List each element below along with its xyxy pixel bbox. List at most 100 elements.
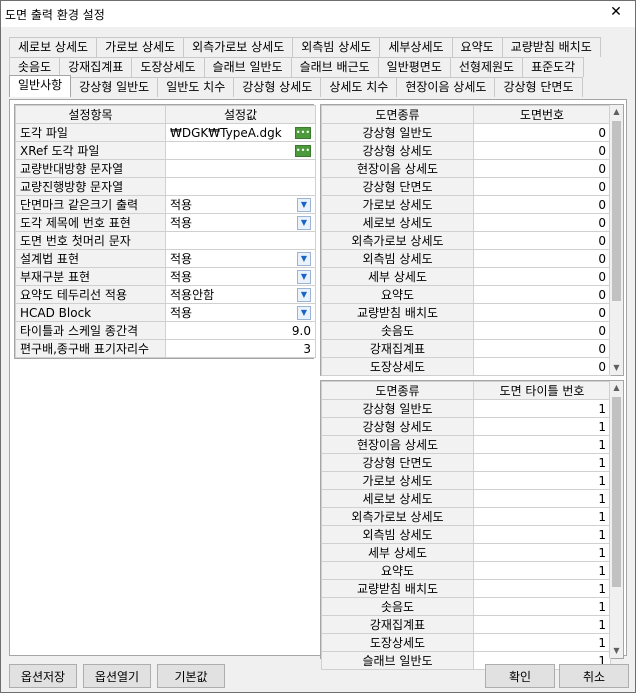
setting-dropdown[interactable]: 적용안함 ▼ (165, 285, 316, 304)
number-field[interactable]: 0 (473, 123, 611, 142)
setting-number-field[interactable]: 3 (165, 339, 316, 358)
open-option-button[interactable]: 옵션열기 (83, 664, 151, 688)
tab-row2-1[interactable]: 강재집계표 (60, 57, 133, 77)
title-bar: 도면 출력 환경 설정 ✕ (1, 1, 635, 27)
number-field[interactable]: 1 (473, 615, 611, 634)
chevron-down-icon[interactable]: ▼ (297, 251, 311, 266)
drawing-type-label: 요약도 (321, 561, 474, 580)
scroll-thumb[interactable] (612, 397, 621, 587)
setting-dropdown[interactable]: 적용 ▼ (165, 303, 316, 322)
number-field[interactable]: 1 (473, 597, 611, 616)
title-number-scrollbar[interactable]: ▲ ▼ (609, 381, 623, 658)
chevron-down-icon[interactable]: ▼ (297, 269, 311, 284)
number-field[interactable]: 0 (473, 357, 611, 376)
setting-dropdown[interactable]: 적용 ▼ (165, 195, 316, 214)
scroll-down-icon[interactable]: ▼ (610, 361, 623, 375)
tab-row2-0[interactable]: 솟음도 (9, 57, 61, 77)
drawing-type-label: 슬래브 일반도 (321, 651, 474, 670)
ok-button[interactable]: 확인 (485, 664, 555, 688)
dialog-window: 도면 출력 환경 설정 ✕ 세로보 상세도 가로보 상세도 외측가로보 상세도 외측빔… (0, 0, 636, 693)
setting-file-field[interactable]: ₩DGK₩TypeA.dgk ••• (165, 123, 316, 142)
setting-value: 적용 (170, 252, 193, 266)
number-field[interactable]: 1 (473, 579, 611, 598)
number-field[interactable]: 0 (473, 141, 611, 160)
drawing-type-label: 현장이음 상세도 (321, 435, 474, 454)
number-field[interactable]: 0 (473, 249, 611, 268)
number-field[interactable]: 1 (473, 543, 611, 562)
setting-value: ₩DGK₩TypeA.dgk (170, 125, 282, 140)
number-field[interactable]: 0 (473, 339, 611, 358)
drawing-type-label: 강상형 일반도 (321, 399, 474, 418)
scroll-up-icon[interactable]: ▲ (610, 105, 623, 119)
number-field[interactable]: 1 (473, 525, 611, 544)
tab-row3-6[interactable]: 강상형 단면도 (495, 77, 583, 97)
tab-row3-4[interactable]: 상세도 치수 (321, 77, 398, 97)
setting-text-field[interactable] (165, 177, 316, 196)
number-field[interactable]: 1 (473, 489, 611, 508)
setting-text-field[interactable] (165, 231, 316, 250)
tab-row3-0[interactable]: 일반사항 (9, 75, 72, 97)
scroll-down-icon[interactable]: ▼ (610, 644, 623, 658)
tab-row1-5[interactable]: 요약도 (452, 37, 503, 57)
tab-row1-0[interactable]: 세로보 상세도 (9, 37, 98, 57)
number-field[interactable]: 1 (473, 471, 611, 490)
number-field[interactable]: 0 (473, 195, 611, 214)
drawing-type-label: 솟음도 (321, 597, 474, 616)
number-field[interactable]: 0 (473, 303, 611, 322)
setting-text-field[interactable] (165, 159, 316, 178)
number-field[interactable]: 0 (473, 267, 611, 286)
default-button[interactable]: 기본값 (157, 664, 225, 688)
setting-label: 요약도 테두리선 적용 (15, 285, 166, 304)
tab-row2-5[interactable]: 일반평면도 (378, 57, 451, 77)
ellipsis-icon[interactable]: ••• (295, 126, 311, 139)
tab-row2-3[interactable]: 슬래브 일반도 (204, 57, 292, 77)
number-field[interactable]: 1 (473, 435, 611, 454)
setting-dropdown[interactable]: 적용 ▼ (165, 267, 316, 286)
chevron-down-icon[interactable]: ▼ (297, 197, 311, 212)
drawing-type-label: 세로보 상세도 (321, 489, 474, 508)
setting-file-field[interactable]: ••• (165, 141, 316, 160)
number-field[interactable]: 1 (473, 417, 611, 436)
number-field[interactable]: 0 (473, 285, 611, 304)
drawing-number-scrollbar[interactable]: ▲ ▼ (609, 105, 623, 375)
number-field[interactable]: 0 (473, 213, 611, 232)
number-field[interactable]: 1 (473, 561, 611, 580)
scroll-up-icon[interactable]: ▲ (610, 381, 623, 395)
close-icon[interactable]: ✕ (607, 4, 625, 20)
ellipsis-icon[interactable]: ••• (295, 144, 311, 157)
tab-row3-2[interactable]: 일반도 치수 (158, 77, 235, 97)
tab-row1-2[interactable]: 외측가로보 상세도 (184, 37, 294, 57)
number-field[interactable]: 1 (473, 507, 611, 526)
chevron-down-icon[interactable]: ▼ (297, 305, 311, 320)
tab-row1-6[interactable]: 교량받침 배치도 (502, 37, 601, 57)
tab-row3-5[interactable]: 현장이음 상세도 (397, 77, 496, 97)
tab-row1-3[interactable]: 외측빔 상세도 (293, 37, 381, 57)
chevron-down-icon[interactable]: ▼ (297, 215, 311, 230)
tab-row2-4[interactable]: 슬래브 배근도 (291, 57, 379, 77)
chevron-down-icon[interactable]: ▼ (297, 287, 311, 302)
save-option-button[interactable]: 옵션저장 (9, 664, 77, 688)
tab-row3-1[interactable]: 강상형 일반도 (71, 77, 159, 97)
settings-row: 도각 제목에 번호 표현 적용 ▼ (15, 213, 316, 232)
tab-row1-4[interactable]: 세부상세도 (380, 37, 453, 57)
setting-label: 도각 제목에 번호 표현 (15, 213, 166, 232)
setting-dropdown[interactable]: 적용 ▼ (165, 213, 316, 232)
number-field[interactable]: 0 (473, 231, 611, 250)
drawing-type-label: 강상형 단면도 (321, 177, 474, 196)
setting-value: 적용 (170, 270, 193, 284)
tab-row2-7[interactable]: 표준도각 (523, 57, 585, 77)
number-field[interactable]: 0 (473, 159, 611, 178)
setting-number-field[interactable]: 9.0 (165, 321, 316, 340)
setting-dropdown[interactable]: 적용 ▼ (165, 249, 316, 268)
tab-row2-2[interactable]: 도장상세도 (132, 57, 205, 77)
number-field[interactable]: 1 (473, 453, 611, 472)
scroll-thumb[interactable] (612, 121, 621, 301)
tab-row2-6[interactable]: 선형제원도 (450, 57, 524, 77)
cancel-button[interactable]: 취소 (559, 664, 629, 688)
number-field[interactable]: 1 (473, 399, 611, 418)
number-field[interactable]: 0 (473, 321, 611, 340)
number-field[interactable]: 0 (473, 177, 611, 196)
number-field[interactable]: 1 (473, 633, 611, 652)
tab-row1-1[interactable]: 가로보 상세도 (97, 37, 185, 57)
tab-row3-3[interactable]: 강상형 상세도 (234, 77, 322, 97)
